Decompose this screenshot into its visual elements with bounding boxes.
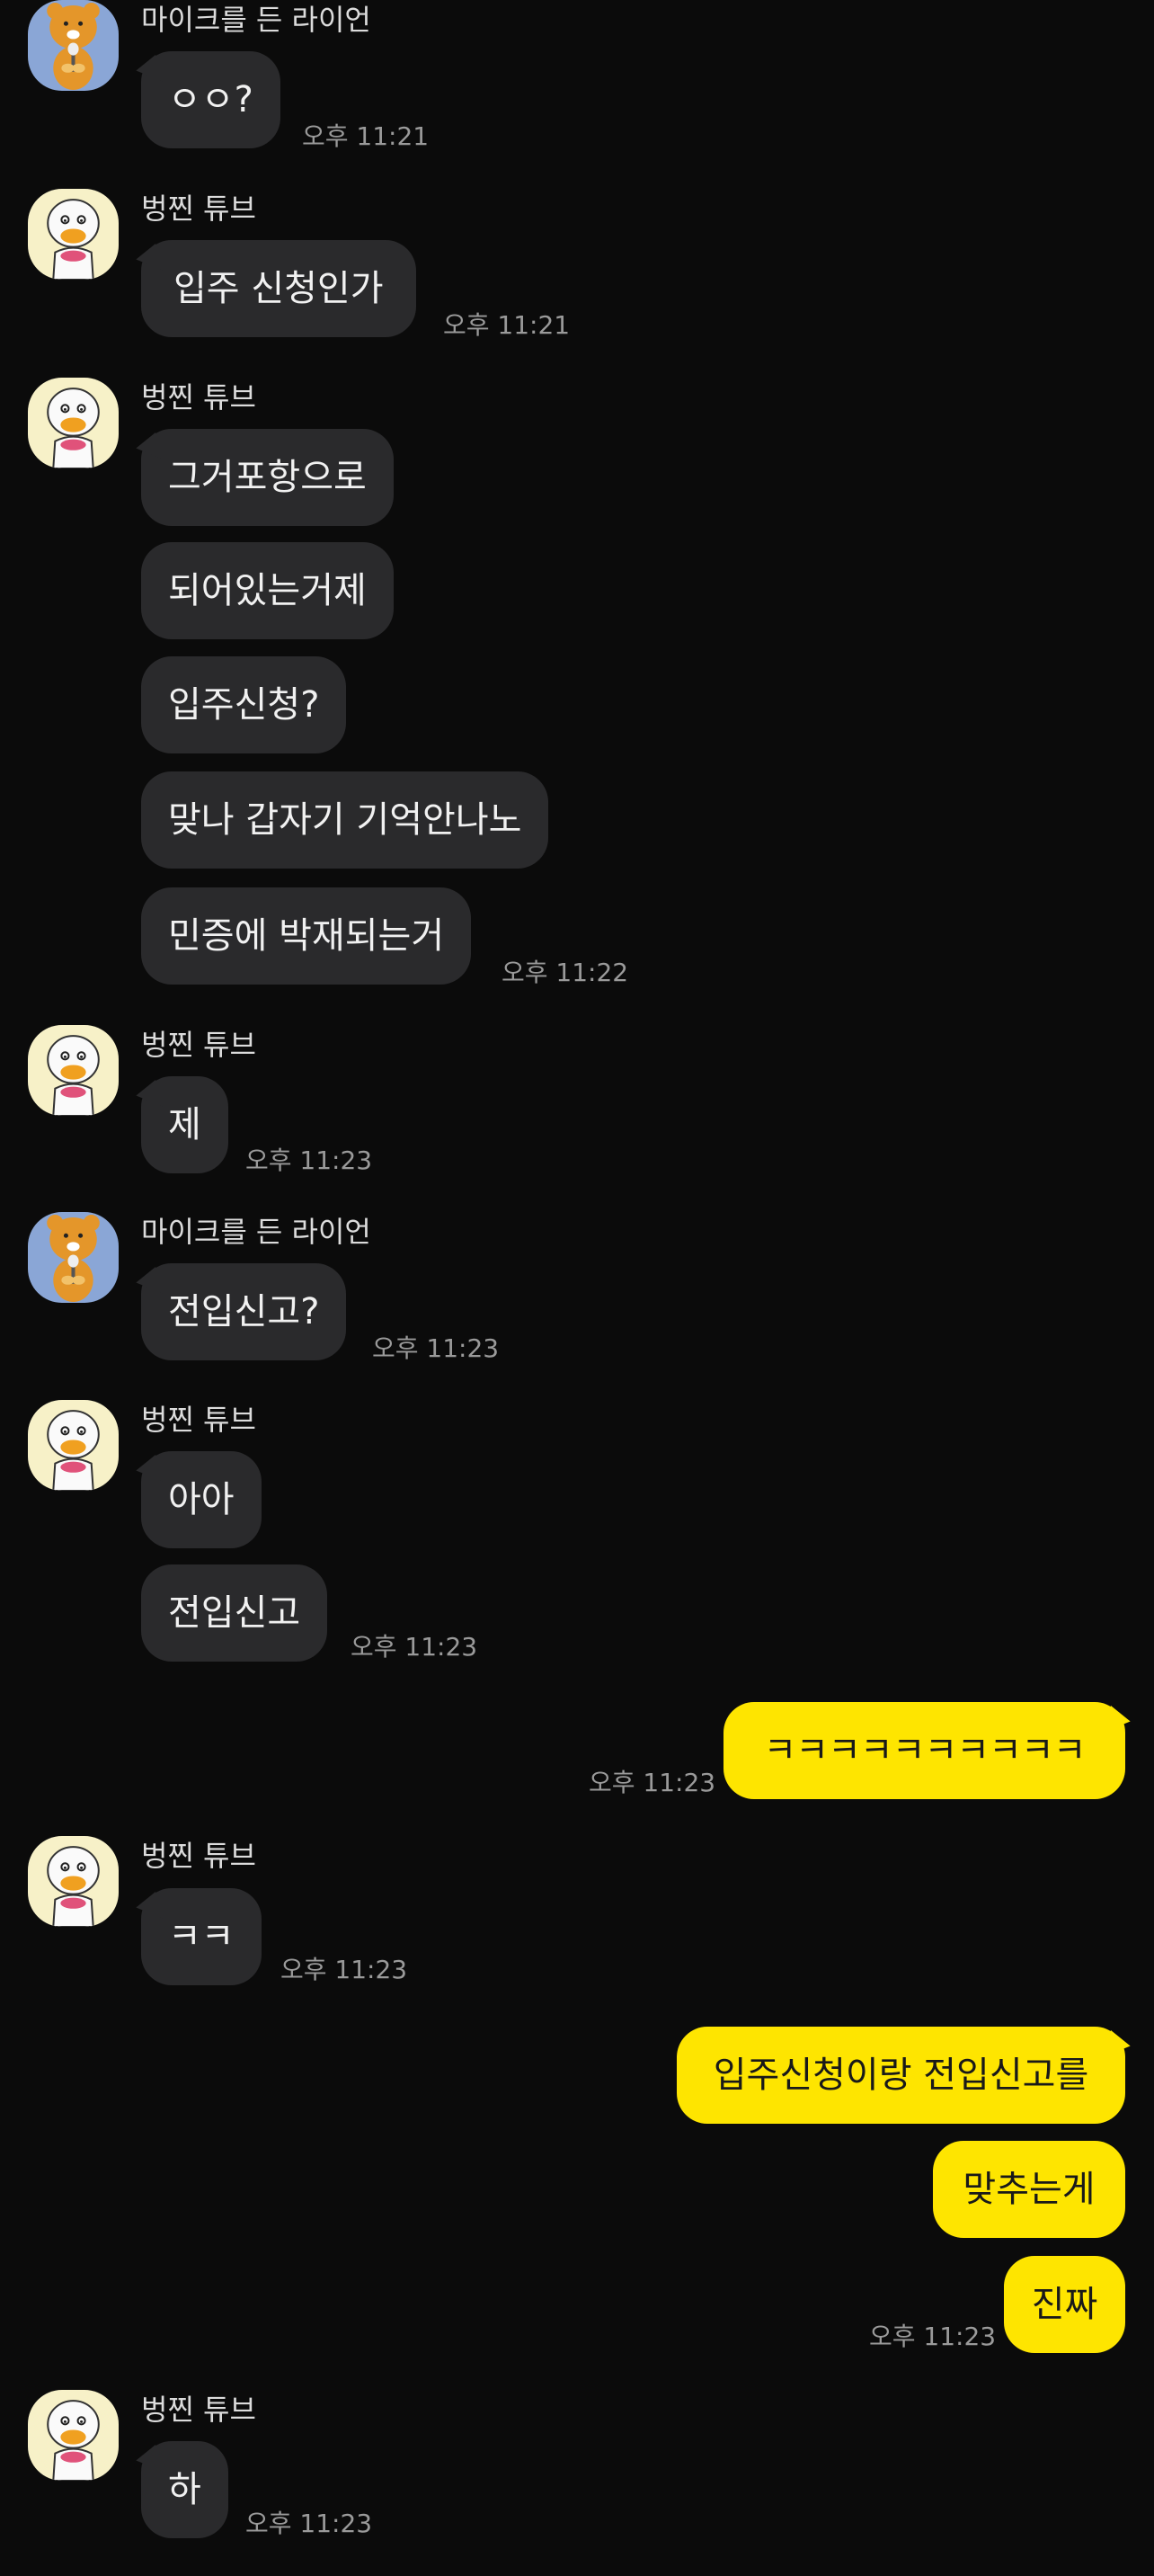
message-timestamp: 오후 11:23 [280, 1955, 408, 1984]
sender-name: 벙찐 튜브 [141, 1403, 256, 1437]
tube-avatar[interactable] [28, 378, 119, 468]
incoming-message-bubble[interactable]: 제 [141, 1076, 228, 1173]
tube-avatar[interactable] [28, 189, 119, 280]
sender-name: 벙찐 튜브 [141, 192, 256, 226]
tube-character-icon [28, 1400, 119, 1491]
incoming-message-bubble[interactable]: 아아 [141, 1451, 262, 1548]
incoming-message-bubble[interactable]: 전입신고? [141, 1263, 347, 1360]
incoming-message-bubble[interactable]: 입주신청? [141, 656, 347, 753]
tube-character-icon [28, 378, 119, 468]
tube-avatar[interactable] [28, 1836, 119, 1927]
tube-character-icon [28, 2390, 119, 2481]
sender-name: 벙찐 튜브 [141, 1028, 256, 1062]
ryan-character-icon [28, 0, 119, 91]
message-timestamp: 오후 11:23 [589, 1768, 716, 1797]
tube-character-icon [28, 1836, 119, 1927]
sender-name: 벙찐 튜브 [141, 380, 256, 414]
outgoing-message-bubble[interactable]: ㅋㅋㅋㅋㅋㅋㅋㅋㅋㅋ [723, 1702, 1125, 1799]
incoming-message-bubble[interactable]: 그거포항으로 [141, 429, 394, 526]
incoming-message-bubble[interactable]: 맞나 갑자기 기억안나노 [141, 771, 549, 869]
message-timestamp: 오후 11:23 [245, 2509, 373, 2538]
chat-message-list[interactable]: 마이크를 든 라이언 ㅇㅇ? 오후 11:21 벙찐 튜브 입주 신청인가 오후… [0, 0, 1154, 2576]
message-timestamp: 오후 11:22 [502, 958, 629, 987]
sender-name: 벙찐 튜브 [141, 1839, 256, 1873]
outgoing-message-bubble[interactable]: 입주신청이랑 전입신고를 [677, 2027, 1125, 2124]
incoming-message-bubble[interactable]: ㅋㅋ [141, 1888, 262, 1985]
incoming-message-bubble[interactable]: 민증에 박재되는거 [141, 887, 472, 985]
ryan-avatar[interactable] [28, 1212, 119, 1303]
message-timestamp: 오후 11:23 [372, 1333, 500, 1363]
incoming-message-bubble[interactable]: 입주 신청인가 [141, 240, 416, 337]
incoming-message-bubble[interactable]: ㅇㅇ? [141, 51, 280, 148]
tube-avatar[interactable] [28, 2390, 119, 2481]
incoming-message-bubble[interactable]: 하 [141, 2441, 228, 2538]
sender-name: 마이크를 든 라이언 [141, 3, 371, 37]
ryan-avatar[interactable] [28, 0, 119, 91]
sender-name: 마이크를 든 라이언 [141, 1215, 371, 1249]
incoming-message-bubble[interactable]: 되어있는거제 [141, 542, 394, 639]
incoming-message-bubble[interactable]: 전입신고 [141, 1564, 328, 1662]
ryan-character-icon [28, 1212, 119, 1303]
tube-character-icon [28, 189, 119, 280]
message-timestamp: 오후 11:21 [302, 121, 430, 151]
outgoing-message-bubble[interactable]: 진짜 [1004, 2256, 1125, 2353]
tube-character-icon [28, 1025, 119, 1116]
sender-name: 벙찐 튜브 [141, 2393, 256, 2427]
tube-avatar[interactable] [28, 1400, 119, 1491]
message-timestamp: 오후 11:23 [351, 1632, 478, 1662]
tube-avatar[interactable] [28, 1025, 119, 1116]
message-timestamp: 오후 11:23 [245, 1145, 373, 1175]
outgoing-message-bubble[interactable]: 맞추는게 [933, 2141, 1125, 2238]
message-timestamp: 오후 11:23 [869, 2322, 997, 2351]
message-timestamp: 오후 11:21 [443, 310, 571, 340]
